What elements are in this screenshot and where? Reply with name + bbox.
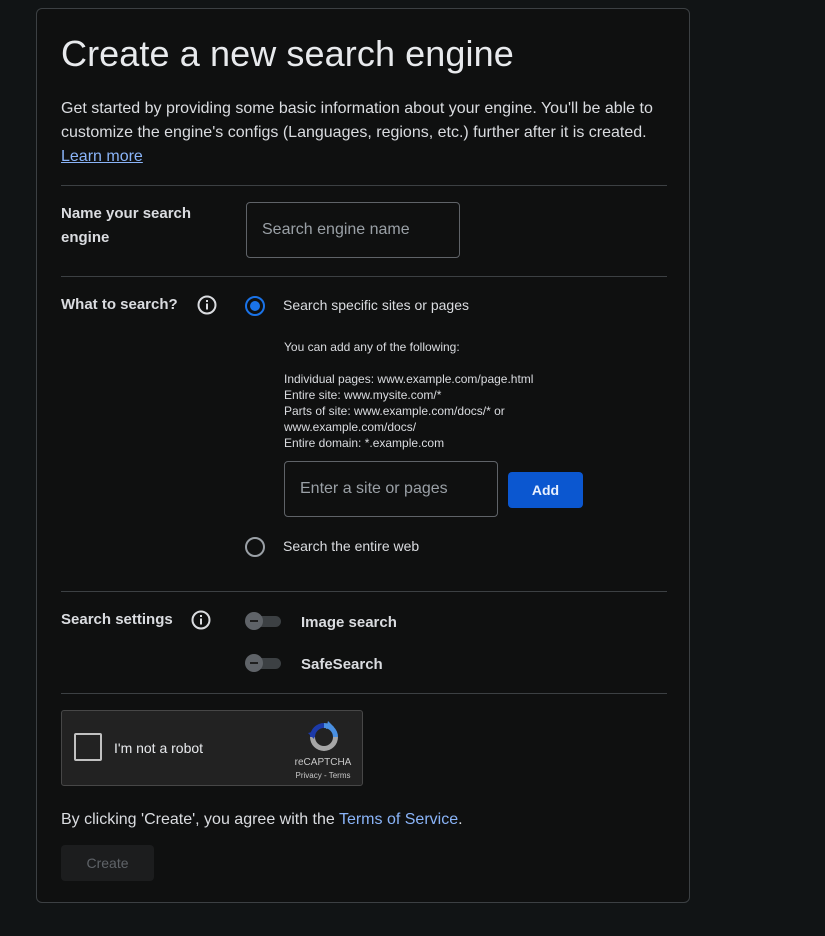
recaptcha-label: I'm not a robot: [114, 740, 204, 756]
recaptcha-logo-icon: [308, 721, 338, 751]
hint-line: Entire site: www.mysite.com/*: [284, 388, 442, 402]
create-button[interactable]: Create: [61, 845, 154, 881]
radio-entire-web-label: Search the entire web: [283, 538, 420, 554]
learn-more-link[interactable]: Learn more: [61, 148, 143, 165]
terms-prefix: By clicking 'Create', you agree with the: [61, 811, 339, 828]
hint-title: You can add any of the following:: [284, 340, 460, 354]
terms-suffix: .: [458, 811, 463, 828]
hint-line: www.example.com/docs/: [284, 420, 417, 434]
site-input[interactable]: [284, 461, 498, 517]
search-engine-name-input[interactable]: [246, 202, 460, 258]
info-icon[interactable]: [191, 610, 211, 630]
recaptcha-links[interactable]: Privacy - Terms: [288, 771, 358, 780]
terms-of-service-link[interactable]: Terms of Service: [339, 811, 458, 828]
name-label: Name your search engine: [61, 205, 192, 246]
add-site-button[interactable]: Add: [508, 472, 583, 508]
image-search-toggle[interactable]: [245, 612, 281, 630]
divider: [61, 276, 667, 277]
image-search-label: Image search: [301, 614, 397, 631]
recaptcha-brand: reCAPTCHA: [294, 757, 352, 768]
safesearch-toggle[interactable]: [245, 654, 281, 672]
safesearch-label: SafeSearch: [301, 656, 383, 673]
search-settings-label: Search settings: [61, 611, 173, 628]
divider: [61, 185, 667, 186]
recaptcha-widget: I'm not a robot reCAPTCHA Privacy - Term…: [61, 710, 363, 786]
radio-entire-web[interactable]: [245, 537, 265, 557]
intro-text: Get started by providing some basic info…: [61, 97, 671, 169]
what-to-search-label: What to search?: [61, 296, 178, 313]
toggle-knob: [245, 612, 263, 630]
hint-line: Entire domain: *.example.com: [284, 436, 445, 450]
info-icon[interactable]: [197, 295, 217, 315]
radio-specific-sites-label: Search specific sites or pages: [283, 297, 469, 313]
page-title: Create a new search engine: [61, 33, 514, 74]
terms-text: By clicking 'Create', you agree with the…: [61, 811, 463, 829]
divider: [61, 591, 667, 592]
intro-description: Get started by providing some basic info…: [61, 100, 653, 141]
hint-line: Individual pages: www.example.com/page.h…: [284, 372, 534, 386]
site-hint: You can add any of the following: Indivi…: [284, 339, 533, 451]
recaptcha-checkbox[interactable]: [74, 733, 102, 761]
divider: [61, 693, 667, 694]
hint-line: Parts of site: www.example.com/docs/* or: [284, 404, 505, 418]
radio-specific-sites[interactable]: [245, 296, 265, 316]
toggle-knob: [245, 654, 263, 672]
create-engine-card: Create a new search engine Get started b…: [36, 8, 690, 903]
